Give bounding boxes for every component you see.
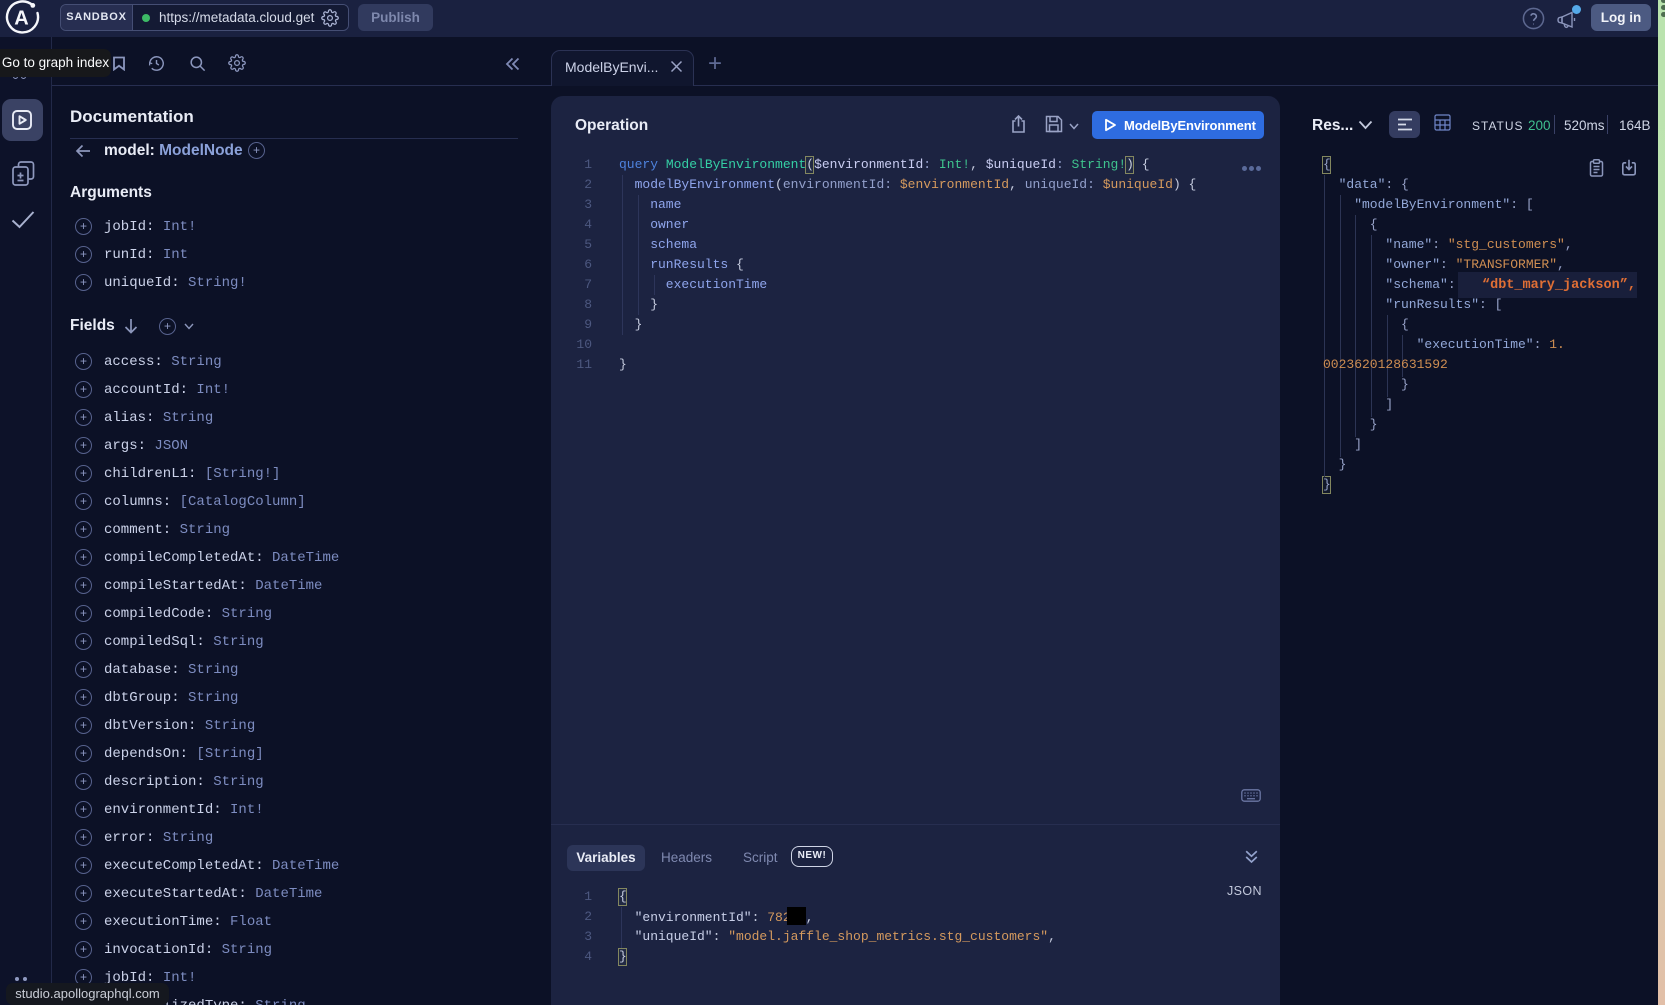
svg-text:A: A bbox=[14, 8, 28, 30]
